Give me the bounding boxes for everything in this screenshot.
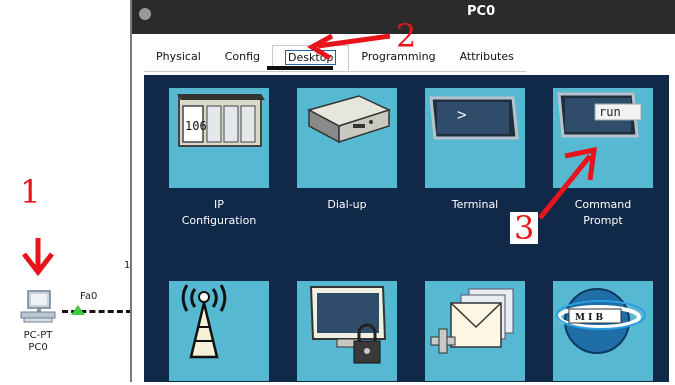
app-label-command-prompt: Command Prompt: [548, 197, 658, 229]
tab-bar: Physical Config Desktop Programming Attr…: [144, 45, 526, 72]
app-mib-browser[interactable]: M I B: [553, 281, 653, 381]
app-email[interactable]: [425, 281, 525, 381]
app-terminal[interactable]: >: [425, 88, 525, 188]
link-status-icon: [71, 305, 85, 315]
device-name-label: PC0: [28, 342, 48, 353]
ip-icon-number: 106: [185, 119, 207, 133]
app-label-line1: Command: [574, 198, 632, 211]
wireless-tower-icon: [181, 284, 227, 359]
tab-desktop-label: Desktop: [285, 50, 337, 65]
app-label-line1: IP: [214, 198, 224, 211]
mib-browser-icon: M I B: [556, 288, 646, 354]
annotation-number-2: 2: [396, 17, 417, 55]
tab-attributes[interactable]: Attributes: [447, 45, 526, 69]
window-app-icon: [139, 8, 151, 20]
app-label-ip-configuration: IP Configuration: [164, 197, 274, 229]
device-type-label: PC-PT: [23, 330, 53, 341]
app-label-line2: Prompt: [583, 214, 623, 227]
app-security[interactable]: [297, 281, 397, 381]
app-command-prompt[interactable]: run: [553, 88, 653, 188]
app-ip-configuration[interactable]: 106: [169, 88, 269, 188]
window-title: PC0: [467, 4, 496, 19]
app-label-dialup: Dial-up: [327, 198, 367, 211]
command-prompt-text: run: [599, 105, 621, 119]
terminal-icon: >: [429, 96, 519, 140]
mib-label: M I B: [575, 313, 603, 323]
desktop-panel: 106 > run IP Configuration Dial-up Termi…: [144, 75, 669, 382]
ip-configuration-icon: 106: [177, 94, 265, 147]
pc-icon: [20, 290, 56, 323]
pc-node[interactable]: PC-PT PC0: [12, 290, 64, 354]
locked-monitor-icon: [309, 286, 387, 364]
annotation-number-3: 3: [510, 212, 539, 244]
tab-highlight-underline: [267, 66, 333, 70]
email-icon: [430, 288, 514, 354]
port-label: Fa0: [80, 291, 98, 302]
tab-physical[interactable]: Physical: [144, 45, 213, 69]
device-window: PC0 Physical Config Desktop Programming …: [130, 0, 675, 382]
app-label-line2: Configuration: [181, 214, 257, 227]
app-dialup[interactable]: [297, 88, 397, 188]
annotation-number-1: 1: [20, 173, 41, 211]
app-wireless[interactable]: [169, 281, 269, 381]
terminal-prompt: >: [457, 105, 467, 124]
dialup-modem-icon: [306, 95, 392, 144]
tab-config[interactable]: Config: [212, 45, 273, 69]
command-prompt-icon: run: [557, 92, 642, 138]
